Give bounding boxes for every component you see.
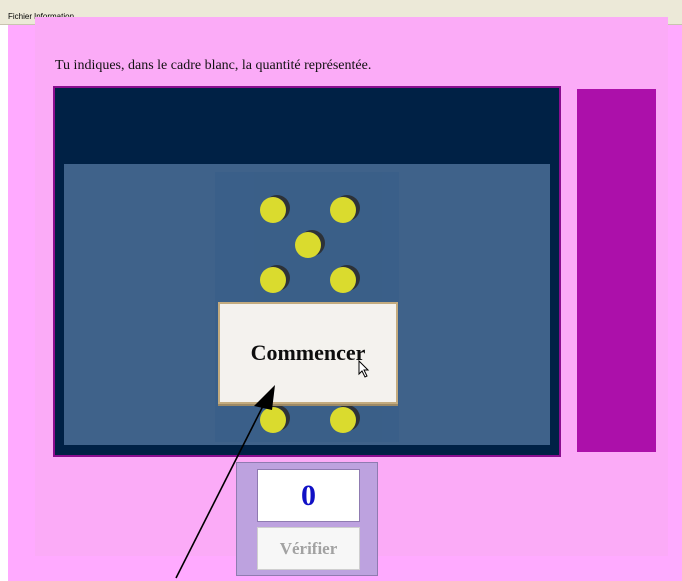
yellow-dot (260, 267, 286, 293)
side-bar (577, 89, 656, 452)
yellow-dot (330, 407, 356, 433)
yellow-dot (260, 407, 286, 433)
yellow-dot (295, 232, 321, 258)
start-button[interactable]: Commencer (218, 302, 398, 404)
yellow-dot (330, 267, 356, 293)
verify-button[interactable]: Vérifier (257, 527, 360, 570)
menu-fichier[interactable]: Fichier (8, 12, 32, 22)
yellow-dot (330, 197, 356, 223)
mouse-cursor-icon (358, 360, 370, 378)
answer-field[interactable]: 0 (257, 469, 360, 522)
instruction-text: Tu indiques, dans le cadre blanc, la qua… (55, 58, 372, 73)
yellow-dot (260, 197, 286, 223)
